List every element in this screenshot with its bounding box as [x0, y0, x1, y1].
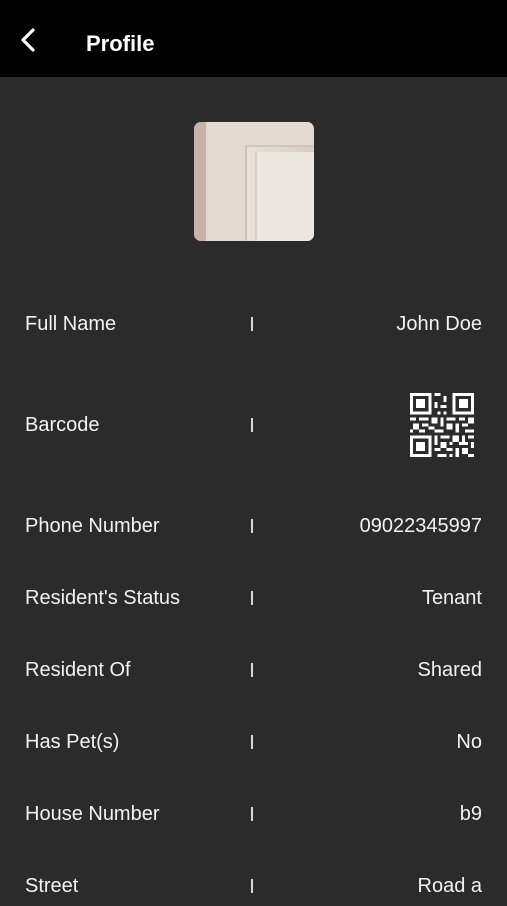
field-resident-of: Resident Of Shared: [0, 650, 507, 690]
field-separator: [251, 317, 253, 331]
field-separator: [251, 591, 253, 605]
profile-photo[interactable]: [194, 122, 314, 241]
field-has-pets: Has Pet(s) No: [0, 722, 507, 762]
field-label: Barcode: [25, 414, 100, 436]
field-separator: [251, 418, 253, 432]
field-label: Resident's Status: [25, 587, 181, 609]
field-label: Full Name: [25, 313, 117, 335]
field-label: House Number: [25, 803, 160, 825]
page-title: Profile: [86, 31, 155, 56]
field-value: Shared: [417, 659, 483, 681]
field-label: Has Pet(s): [25, 731, 120, 753]
field-value: John Doe: [396, 313, 482, 335]
field-full-name: Full Name John Doe: [0, 304, 507, 344]
field-label: Phone Number: [25, 515, 160, 537]
chevron-left-icon: [21, 28, 35, 52]
field-value: 09022345997: [359, 515, 482, 537]
field-separator: [251, 519, 253, 533]
field-label: Street: [25, 875, 79, 897]
field-value: Tenant: [421, 587, 482, 609]
field-label: Resident Of: [25, 659, 131, 681]
field-barcode: Barcode: [0, 393, 507, 457]
field-separator: [251, 735, 253, 749]
photo-image: [194, 122, 314, 241]
field-residents-status: Resident's Status Tenant: [0, 578, 507, 618]
app-header: Profile: [0, 0, 507, 77]
field-value: No: [456, 731, 482, 753]
qr-code-icon[interactable]: [410, 393, 474, 457]
field-house-number: House Number b9: [0, 794, 507, 834]
field-value: Road a: [417, 875, 483, 897]
field-separator: [251, 663, 253, 677]
field-value: b9: [459, 803, 482, 825]
field-phone-number: Phone Number 09022345997: [0, 506, 507, 546]
field-separator: [251, 807, 253, 821]
field-separator: [251, 879, 253, 893]
back-button[interactable]: [12, 24, 44, 56]
field-street: Street Road a: [0, 866, 507, 906]
